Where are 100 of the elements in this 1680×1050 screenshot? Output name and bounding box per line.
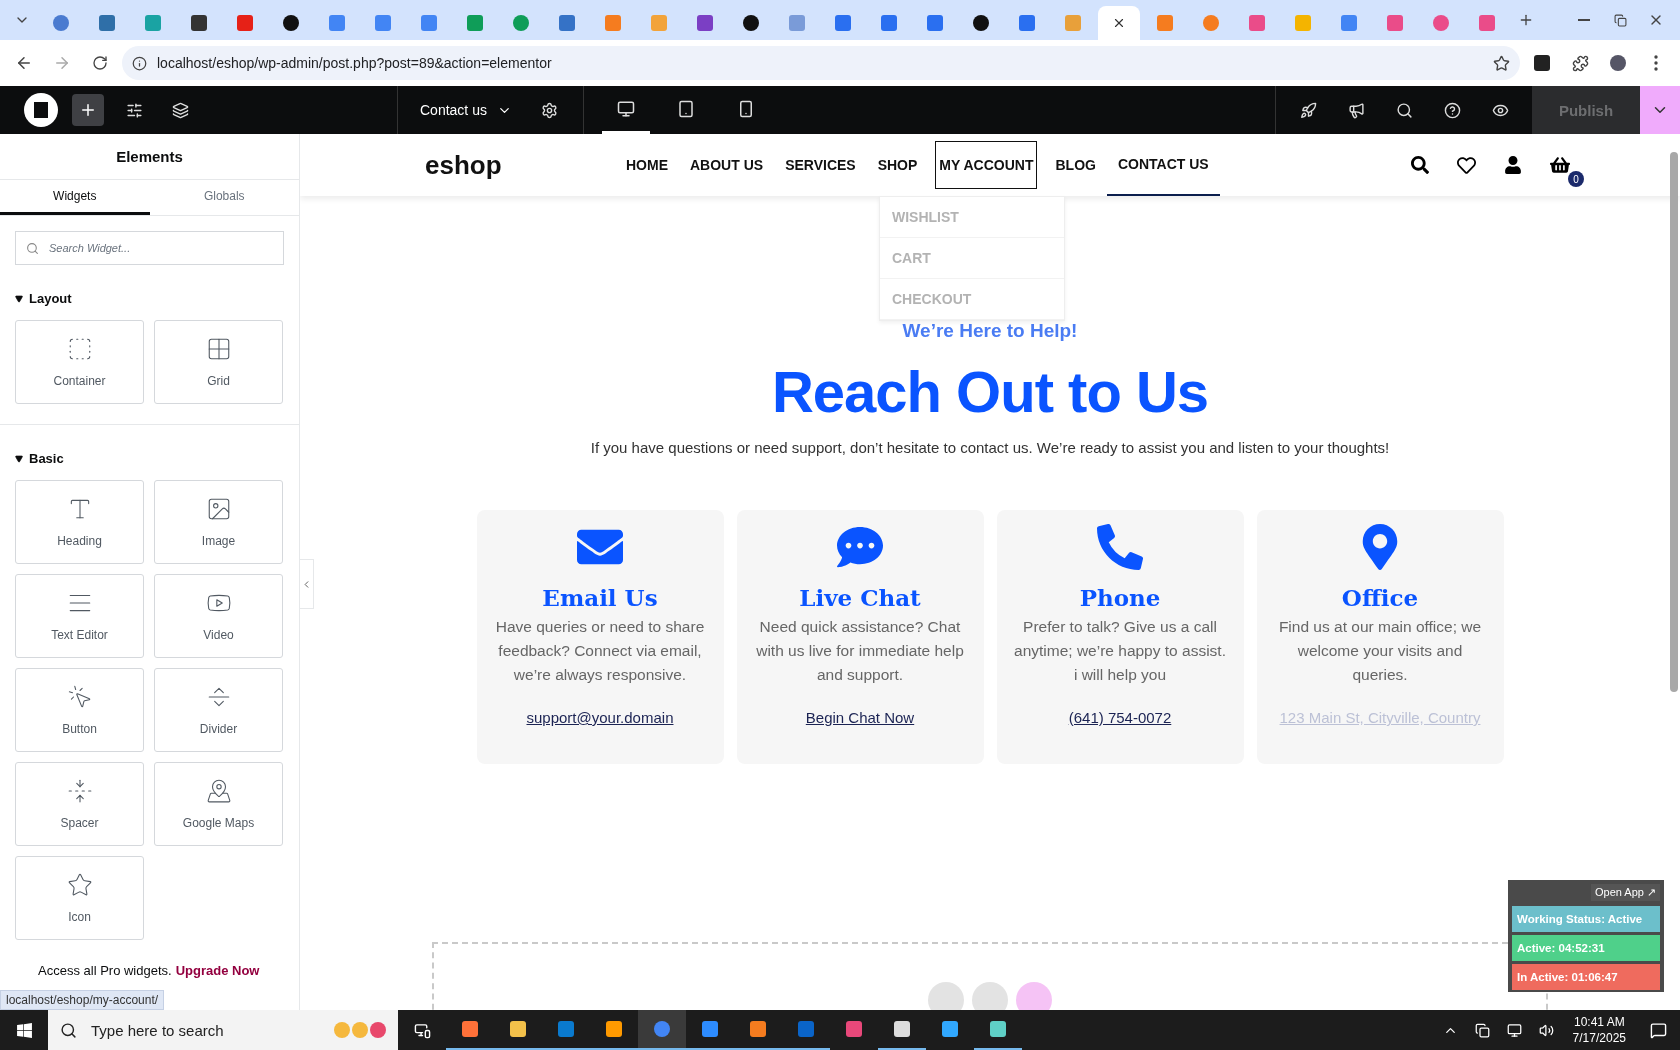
- intro-text: If you have questions or need support, don’t hesitate to contact us. We’re ready to assist you and listen to your thoughts!: [590, 439, 1390, 456]
- app-icon: [462, 1021, 478, 1037]
- card-link[interactable]: (641) 754-0072: [1068, 709, 1172, 726]
- nav-link[interactable]: SERVICES: [774, 134, 867, 196]
- page-title-dropdown[interactable]: Contact us: [414, 101, 518, 119]
- app-icon: [942, 1021, 958, 1037]
- widget-tile[interactable]: Google Maps: [154, 762, 283, 846]
- add-element-button[interactable]: [72, 94, 104, 126]
- widget-tile[interactable]: Text Editor: [15, 574, 144, 658]
- app-icon: [846, 1021, 862, 1037]
- puzzle-icon: [1571, 54, 1589, 72]
- widget-tile[interactable]: Heading: [15, 480, 144, 564]
- widget-tile[interactable]: Grid: [154, 320, 283, 404]
- circle-icon: [972, 982, 1008, 1010]
- favicon-icon: [835, 15, 851, 31]
- favicon-icon: [927, 15, 943, 31]
- nav-link[interactable]: SHOP: [866, 134, 929, 196]
- taskbar-clock[interactable]: 10:41 AM 7/17/2025: [1562, 1014, 1636, 1046]
- search-icon: [1395, 101, 1413, 119]
- bookmark-star-icon[interactable]: [1493, 54, 1510, 72]
- basket-icon[interactable]: [1550, 155, 1570, 175]
- search-field[interactable]: Search Widget...: [15, 231, 284, 265]
- nav-link[interactable]: HOME: [615, 134, 679, 196]
- status-url-tooltip: localhost/eshop/my-account/: [0, 990, 165, 1010]
- network-icon: [1507, 1022, 1523, 1038]
- search-input[interactable]: Type here to search: [89, 1020, 322, 1040]
- favicon-icon: [283, 15, 299, 31]
- app-icon: [894, 1021, 910, 1037]
- app-icon: [558, 1021, 574, 1037]
- card-text: Need quick assistance? Chat with us live for immediate help and support.: [755, 617, 965, 685]
- reload-icon: [92, 55, 108, 71]
- nav-link[interactable]: ABOUT US: [679, 134, 775, 196]
- nav-link[interactable]: BLOG: [1044, 134, 1107, 196]
- circle-icon: [928, 982, 964, 1010]
- widget-tile[interactable]: Video: [154, 574, 283, 658]
- favicon-icon: [743, 15, 759, 31]
- collapse-panel-handle[interactable]: [300, 559, 314, 609]
- sliders-icon: [125, 101, 143, 119]
- heart-icon[interactable]: [1457, 155, 1476, 175]
- open-app-button[interactable]: Open App ↗: [1591, 884, 1660, 901]
- search-icon: [26, 241, 39, 255]
- plus-icon: [79, 101, 97, 119]
- close-icon: [1112, 16, 1126, 30]
- eyebrow-text: We’re Here to Help!: [902, 320, 1078, 342]
- scrollbar-thumb[interactable]: [1670, 152, 1678, 692]
- favicon-icon: [1249, 15, 1265, 31]
- app-icon: [798, 1021, 814, 1037]
- widget-tile[interactable]: Spacer: [15, 762, 144, 846]
- message-icon: [1649, 1021, 1667, 1039]
- widget-tile[interactable]: Container: [15, 320, 144, 404]
- favicon-icon: [1019, 15, 1035, 31]
- favicon-icon: [513, 15, 529, 31]
- favicon-icon: [237, 15, 253, 31]
- favicon-icon: [375, 15, 391, 31]
- spacer-icon: [66, 778, 93, 804]
- minimize-icon: [1578, 19, 1590, 21]
- widget-tile[interactable]: Icon: [15, 856, 144, 940]
- favicon-icon: [53, 15, 69, 31]
- promo-text: Access all Pro widgets.: [38, 963, 172, 978]
- settings-icon: [541, 101, 559, 119]
- nav-link[interactable]: MY ACCOUNT: [928, 134, 1045, 196]
- search-icon[interactable]: [1411, 156, 1429, 174]
- favicon-icon: [1203, 15, 1219, 31]
- layers-icon: [171, 101, 189, 119]
- taskbar-search-field[interactable]: Type here to search: [48, 1010, 398, 1050]
- widget-tile[interactable]: Image: [154, 480, 283, 564]
- menu-icon: [1654, 55, 1658, 71]
- favicon-icon: [973, 15, 989, 31]
- favicon-icon: [697, 15, 713, 31]
- circle-icon: [1016, 982, 1052, 1010]
- favicon-icon: [789, 15, 805, 31]
- restore-icon: [1613, 13, 1627, 27]
- status-row: In Active: 01:06:47: [1512, 964, 1660, 990]
- caret-icon: [15, 454, 23, 463]
- favicon-icon: [1433, 15, 1449, 31]
- upgrade-link[interactable]: Upgrade Now: [175, 963, 260, 978]
- card-title: Office: [1341, 584, 1419, 611]
- favicon-icon: [191, 15, 207, 31]
- favicon-icon: [651, 15, 667, 31]
- user-icon[interactable]: [1504, 156, 1522, 174]
- card-link[interactable]: Begin Chat Now: [805, 709, 915, 726]
- extension-icon: [1534, 55, 1550, 71]
- site-logo[interactable]: eshop: [425, 149, 615, 181]
- favicon-icon: [99, 15, 115, 31]
- favicon-icon: [881, 15, 897, 31]
- avatar-icon: [1610, 55, 1626, 71]
- phone-icon: [1097, 524, 1143, 570]
- nav-link[interactable]: CONTACT US: [1106, 134, 1220, 196]
- section-header[interactable]: Layout: [0, 291, 299, 306]
- elementor-logo[interactable]: [24, 93, 58, 127]
- favicon-icon: [329, 15, 345, 31]
- widget-tile[interactable]: Button: [15, 668, 144, 752]
- desktop-icon: [617, 99, 635, 118]
- card-link[interactable]: support@your.domain: [526, 709, 674, 726]
- megaphone-icon: [1347, 101, 1365, 119]
- taskbar-app-button[interactable]: [638, 1010, 686, 1050]
- widget-tile[interactable]: Divider: [154, 668, 283, 752]
- section-header[interactable]: Basic: [0, 451, 299, 466]
- app-icon: [702, 1021, 718, 1037]
- info-icon: [132, 55, 147, 71]
